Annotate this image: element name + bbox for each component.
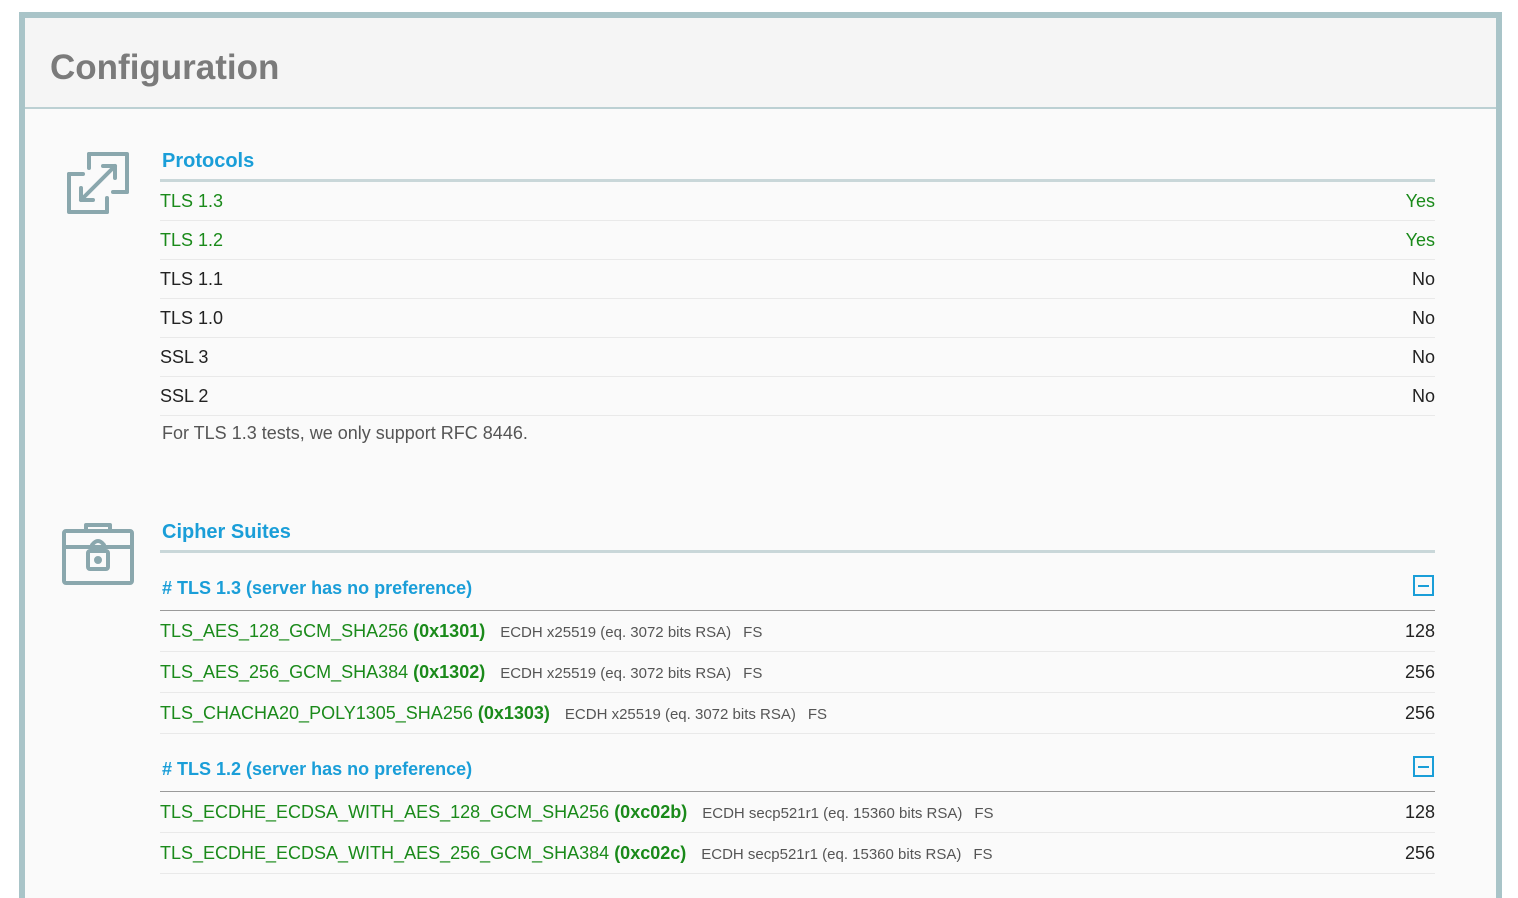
page-title: Configuration [50,48,280,87]
cipher-name: TLS_ECDHE_ECDSA_WITH_AES_128_GCM_SHA256 [160,801,610,822]
protocol-row: TLS 1.2 Yes [160,221,1435,260]
cipher-key-exchange: ECDH secp521r1 (eq. 15360 bits RSA) [702,804,963,822]
cipher-bits: 256 [1404,661,1435,682]
protocol-name: TLS 1.3 [160,190,224,211]
cipher-row: TLS_ECDHE_ECDSA_WITH_AES_128_GCM_SHA256(… [160,792,1435,833]
cipher-name: TLS_AES_256_GCM_SHA384 [160,661,409,682]
cipher-suites-section: Cipher Suites # TLS 1.3 (server has no p… [160,511,1435,874]
protocol-note: For TLS 1.3 tests, we only support RFC 8… [162,423,528,443]
cipher-row: TLS_AES_256_GCM_SHA384 (0x1302) ECDH x2551… [160,652,1435,693]
cipher-forward-secrecy: FS [743,664,763,682]
collapse-minus-icon[interactable] [1413,756,1434,777]
protocol-support: Yes [1405,190,1435,211]
cipher-bits: 128 [1404,620,1435,641]
cipher-forward-secrecy: FS [743,623,763,641]
cipher-forward-secrecy: FS [974,804,994,822]
configuration-panel: Configuration Protocols TLS 1.3 Yes TLS 1.… [19,12,1502,898]
protocol-name: TLS 1.0 [160,307,224,328]
panel-header: Configuration [25,18,1496,109]
protocols-title: Protocols [160,140,1435,182]
cipher-key-exchange: ECDH x25519 (eq. 3072 bits RSA) [500,623,732,641]
cipher-group-title: # TLS 1.3 (server has no preference) [162,578,473,598]
cipher-row: TLS_ECDHE_ECDSA_WITH_AES_256_GCM_SHA384(… [160,833,1435,874]
cipher-key-exchange: ECDH x25519 (eq. 3072 bits RSA) [500,664,732,682]
protocol-name: TLS 1.2 [160,229,224,250]
cipher-bits: 128 [1404,801,1435,822]
cipher-forward-secrecy: FS [807,705,828,723]
cipher-info: TLS_ECDHE_ECDSA_WITH_AES_128_GCM_SHA256(… [160,802,994,823]
protocol-row: TLS 1.0 No [160,299,1435,338]
cipher-group-header: # TLS 1.3 (server has no preference) [160,567,1435,611]
cipher-group-title: # TLS 1.2 (server has no preference) [162,759,473,779]
cipher-bits: 256 [1404,842,1435,863]
protocol-support: No [1411,385,1435,406]
cipher-name: TLS_CHACHA20_POLY1305_SHA256 [160,702,473,723]
cipher-name: TLS_ECDHE_ECDSA_WITH_AES_256_GCM_SHA384 [160,842,610,863]
cipher-key-exchange: ECDH x25519 (eq. 3072 bits RSA) [564,705,796,723]
protocol-support: Yes [1405,229,1435,250]
protocol-support: No [1411,346,1435,367]
cipher-forward-secrecy: FS [973,845,993,863]
cipher-bits: 256 [1404,702,1435,723]
cipher-code: (0x1301) [413,620,486,641]
protocol-row: SSL 3 No [160,338,1435,377]
cipher-groups: # TLS 1.3 (server has no preference) TLS_… [160,567,1435,874]
cipher-row: TLS_AES_128_GCM_SHA256 (0x1301) ECDH x2551… [160,611,1435,652]
protocol-row: TLS 1.1 No [160,260,1435,299]
protocol-list: TLS 1.3 Yes TLS 1.2 Yes TLS 1.1 No TLS 1.0 No SS… [160,182,1435,416]
cipher-code: (0xc02b) [614,801,688,822]
protocol-row: SSL 2 No [160,377,1435,416]
protocol-support: No [1411,307,1435,328]
cipher-suites-title: Cipher Suites [160,511,1435,553]
protocols-section: Protocols TLS 1.3 Yes TLS 1.2 Yes TLS 1.1 No T… [160,140,1435,444]
protocol-support: No [1411,268,1435,289]
cipher-info: TLS_CHACHA20_POLY1305_SHA256 (0x1303) ECDH… [160,703,827,724]
protocol-name: TLS 1.1 [160,268,224,289]
cipher-code: (0xc02c) [614,842,687,863]
expand-arrows-icon [63,148,133,223]
cipher-group-header: # TLS 1.2 (server has no preference) [160,748,1435,792]
cipher-key-exchange: ECDH secp521r1 (eq. 15360 bits RSA) [701,845,962,863]
cipher-info: TLS_AES_256_GCM_SHA384 (0x1302) ECDH x2551… [160,662,762,683]
toolbox-lock-icon [60,521,136,592]
protocol-name: SSL 3 [160,346,209,367]
cipher-info: TLS_ECDHE_ECDSA_WITH_AES_256_GCM_SHA384(… [160,843,993,864]
cipher-row: TLS_CHACHA20_POLY1305_SHA256 (0x1303) ECDH… [160,693,1435,734]
protocol-name: SSL 2 [160,385,209,406]
cipher-name: TLS_AES_128_GCM_SHA256 [160,620,409,641]
cipher-code: (0x1302) [413,661,486,682]
cipher-info: TLS_AES_128_GCM_SHA256 (0x1301) ECDH x2551… [160,621,762,642]
collapse-minus-icon[interactable] [1413,575,1434,596]
protocol-row: TLS 1.3 Yes [160,182,1435,221]
cipher-code: (0x1303) [477,702,550,723]
